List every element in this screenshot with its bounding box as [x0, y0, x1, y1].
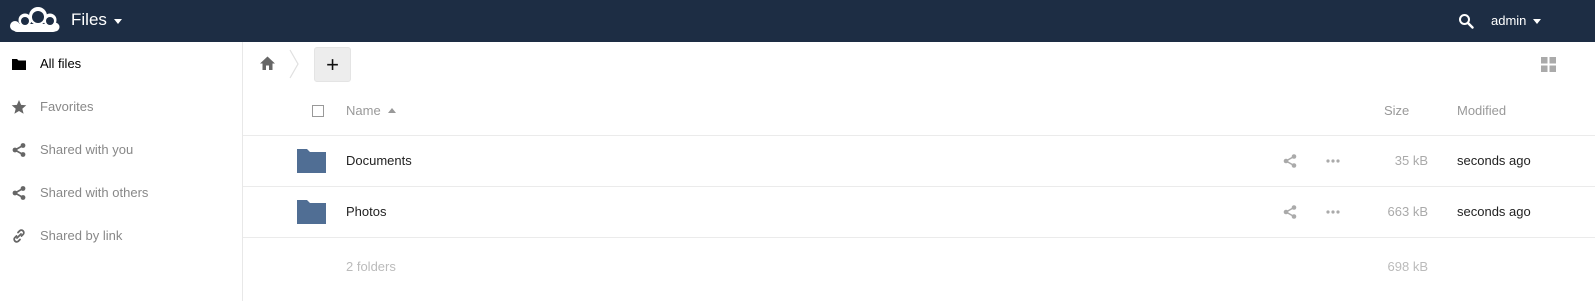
share-icon: [12, 186, 26, 200]
table-row[interactable]: Photos 663 kB seconds ago: [243, 187, 1595, 237]
sidebar-navigation: All files Favorites Shared with you Shar…: [0, 42, 243, 301]
grid-view-icon[interactable]: [1541, 57, 1556, 72]
divider: [243, 237, 1595, 238]
column-header-size[interactable]: Size: [1384, 103, 1409, 118]
sidebar-item-favorites[interactable]: Favorites: [0, 85, 242, 128]
app-menu-button[interactable]: Files: [71, 10, 122, 30]
sidebar-item-label: Shared by link: [40, 228, 123, 243]
top-header: Files admin: [0, 0, 1595, 42]
star-icon: [11, 100, 27, 114]
file-size: 663 kB: [1387, 204, 1428, 219]
column-header-label: Modified: [1457, 103, 1507, 118]
sidebar-item-shared-with-you[interactable]: Shared with you: [0, 128, 242, 171]
sidebar-item-all-files[interactable]: All files: [0, 42, 242, 85]
sidebar-item-label: Shared with others: [40, 185, 149, 200]
home-icon[interactable]: [259, 55, 276, 72]
summary-total-size: 698 kB: [1387, 259, 1428, 274]
sidebar-item-label: Favorites: [40, 99, 94, 114]
file-modified: seconds ago: [1457, 204, 1531, 219]
summary-folder-count: 2 folders: [346, 259, 396, 274]
link-icon: [13, 229, 25, 243]
column-header-modified[interactable]: Modified: [1457, 103, 1506, 118]
share-icon: [12, 143, 26, 157]
more-options-icon[interactable]: [1325, 153, 1341, 169]
user-menu-button[interactable]: admin: [1491, 13, 1542, 28]
user-name: admin: [1491, 13, 1527, 28]
table-row[interactable]: Documents 35 kB seconds ago: [243, 136, 1595, 186]
breadcrumb-separator-icon: [289, 49, 299, 79]
folder-icon: [297, 149, 326, 173]
folder-icon: [297, 200, 326, 224]
more-options-icon[interactable]: [1325, 204, 1341, 220]
app-name-label: Files: [71, 10, 107, 29]
search-icon[interactable]: [1458, 13, 1474, 29]
new-button-label: +: [326, 51, 339, 77]
sidebar-item-shared-with-others[interactable]: Shared with others: [0, 171, 242, 214]
share-icon[interactable]: [1282, 204, 1298, 220]
share-icon[interactable]: [1282, 153, 1298, 169]
owncloud-logo-icon[interactable]: [8, 5, 60, 35]
file-name[interactable]: Photos: [346, 204, 386, 219]
sidebar-item-label: Shared with you: [40, 142, 134, 157]
file-name[interactable]: Documents: [346, 153, 412, 168]
select-all-checkbox[interactable]: [312, 105, 324, 117]
column-header-name[interactable]: Name: [346, 103, 396, 118]
sidebar-item-label: All files: [40, 56, 82, 71]
file-size: 35 kB: [1394, 153, 1428, 168]
sidebar-item-shared-by-link[interactable]: Shared by link: [0, 214, 242, 257]
column-header-label: Size: [1384, 103, 1410, 118]
new-file-button[interactable]: +: [314, 47, 351, 82]
folder-icon: [12, 59, 26, 70]
column-header-label: Name: [346, 103, 381, 118]
chevron-down-icon: [1533, 19, 1542, 24]
chevron-down-icon: [113, 18, 122, 24]
file-modified: seconds ago: [1457, 153, 1531, 168]
sort-ascending-icon: [387, 108, 396, 113]
